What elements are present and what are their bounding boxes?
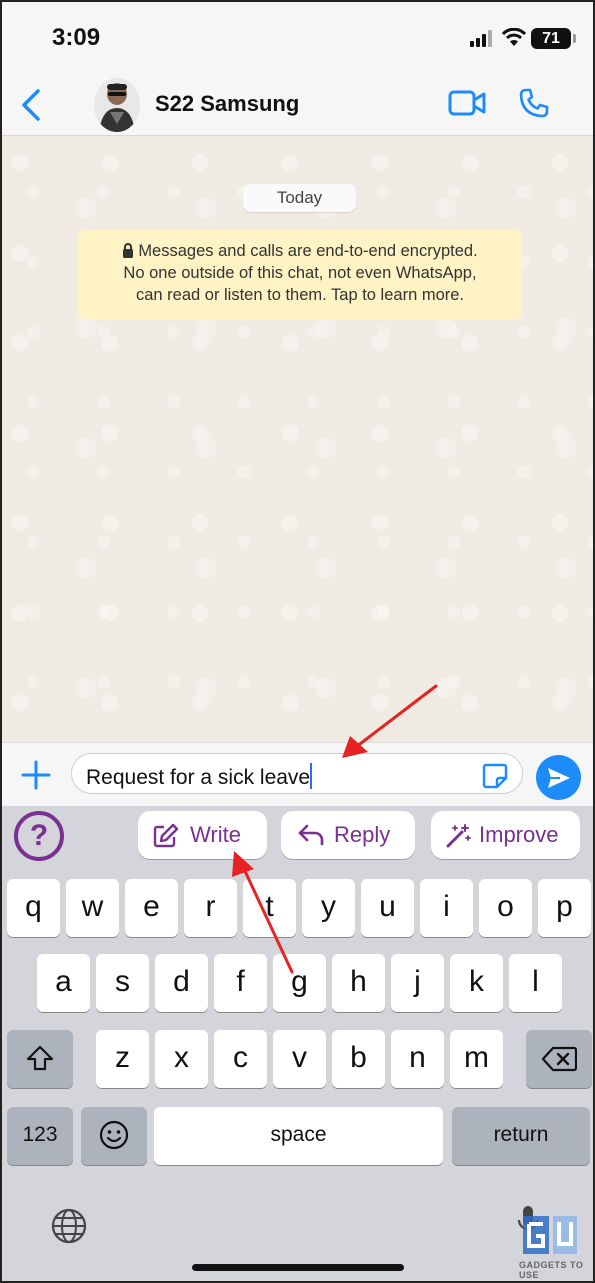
key-l[interactable]: l [509, 954, 562, 1012]
edit-pencil-icon [153, 823, 179, 848]
back-chevron-icon[interactable] [18, 88, 44, 122]
delete-key[interactable] [526, 1030, 592, 1088]
send-icon [548, 768, 570, 788]
annotation-arrow-to-write [232, 851, 294, 974]
battery-tip [573, 34, 576, 43]
encryption-notice[interactable]: Messages and calls are end-to-end encryp… [78, 230, 522, 320]
ai-help-button[interactable]: ? [14, 811, 64, 861]
key-b[interactable]: b [332, 1030, 385, 1088]
encryption-notice-line-3: can read or listen to them. Tap to learn… [135, 286, 465, 304]
phone-call-icon[interactable] [518, 87, 550, 119]
send-button[interactable] [536, 755, 581, 800]
key-h[interactable]: h [332, 954, 385, 1012]
text-cursor [310, 763, 313, 789]
ai-improve-button[interactable]: Improve [431, 811, 580, 859]
emoji-key[interactable] [81, 1107, 147, 1165]
key-k[interactable]: k [450, 954, 503, 1012]
status-bar: 3:09 71 [2, 2, 593, 74]
key-p[interactable]: p [538, 879, 591, 937]
annotation-arrow-to-input [342, 684, 438, 758]
numbers-key[interactable]: 123 [7, 1107, 73, 1165]
watermark-text: GADGETS TO USE [519, 1260, 584, 1280]
contact-name[interactable]: S22 Samsung [155, 91, 299, 117]
key-w[interactable]: w [66, 879, 119, 937]
key-s[interactable]: s [96, 954, 149, 1012]
key-a[interactable]: a [37, 954, 90, 1012]
battery-icon: 71 [531, 28, 571, 49]
key-y[interactable]: y [302, 879, 355, 937]
globe-icon[interactable] [50, 1207, 88, 1245]
chat-area[interactable]: Today Messages and calls are end-to-end … [2, 136, 593, 742]
message-input-text: Request for a sick leave [86, 766, 311, 789]
key-n[interactable]: n [391, 1030, 444, 1088]
key-q[interactable]: q [7, 879, 60, 937]
sticker-icon[interactable] [482, 763, 508, 789]
lock-icon [123, 243, 134, 258]
contact-avatar[interactable] [94, 78, 140, 132]
message-input[interactable]: Request for a sick leave [71, 753, 523, 794]
shift-key[interactable] [7, 1030, 73, 1088]
backspace-icon [541, 1046, 578, 1072]
composer-bar: Request for a sick leave [2, 742, 593, 806]
shift-arrow-icon [26, 1045, 54, 1071]
space-key[interactable]: space [154, 1107, 443, 1165]
status-time: 3:09 [52, 24, 101, 51]
return-key[interactable]: return [452, 1107, 590, 1165]
key-m[interactable]: m [450, 1030, 503, 1088]
video-call-icon[interactable] [448, 90, 486, 116]
key-o[interactable]: o [479, 879, 532, 937]
key-e[interactable]: e [125, 879, 178, 937]
phone-screen: 3:09 71 S22 Samsung Today Messages and c… [0, 0, 595, 1283]
key-z[interactable]: z [96, 1030, 149, 1088]
key-v[interactable]: v [273, 1030, 326, 1088]
magic-wand-icon [446, 824, 471, 848]
key-x[interactable]: x [155, 1030, 208, 1088]
key-u[interactable]: u [361, 879, 414, 937]
chat-header: S22 Samsung [2, 74, 593, 136]
emoji-face-icon [99, 1120, 129, 1150]
attach-plus-icon[interactable] [20, 759, 52, 791]
encryption-notice-line-1: Messages and calls are end-to-end encryp… [78, 240, 522, 262]
key-d[interactable]: d [155, 954, 208, 1012]
key-c[interactable]: c [214, 1030, 267, 1088]
date-chip: Today [243, 184, 356, 212]
cellular-signal-icon [470, 30, 492, 47]
home-indicator[interactable] [192, 1264, 404, 1271]
wifi-icon [502, 28, 526, 46]
key-i[interactable]: i [420, 879, 473, 937]
reply-arrow-icon [298, 824, 324, 846]
encryption-notice-line-2: No one outside of this chat, not even Wh… [123, 264, 477, 282]
ai-reply-button[interactable]: Reply [281, 811, 415, 859]
key-j[interactable]: j [391, 954, 444, 1012]
